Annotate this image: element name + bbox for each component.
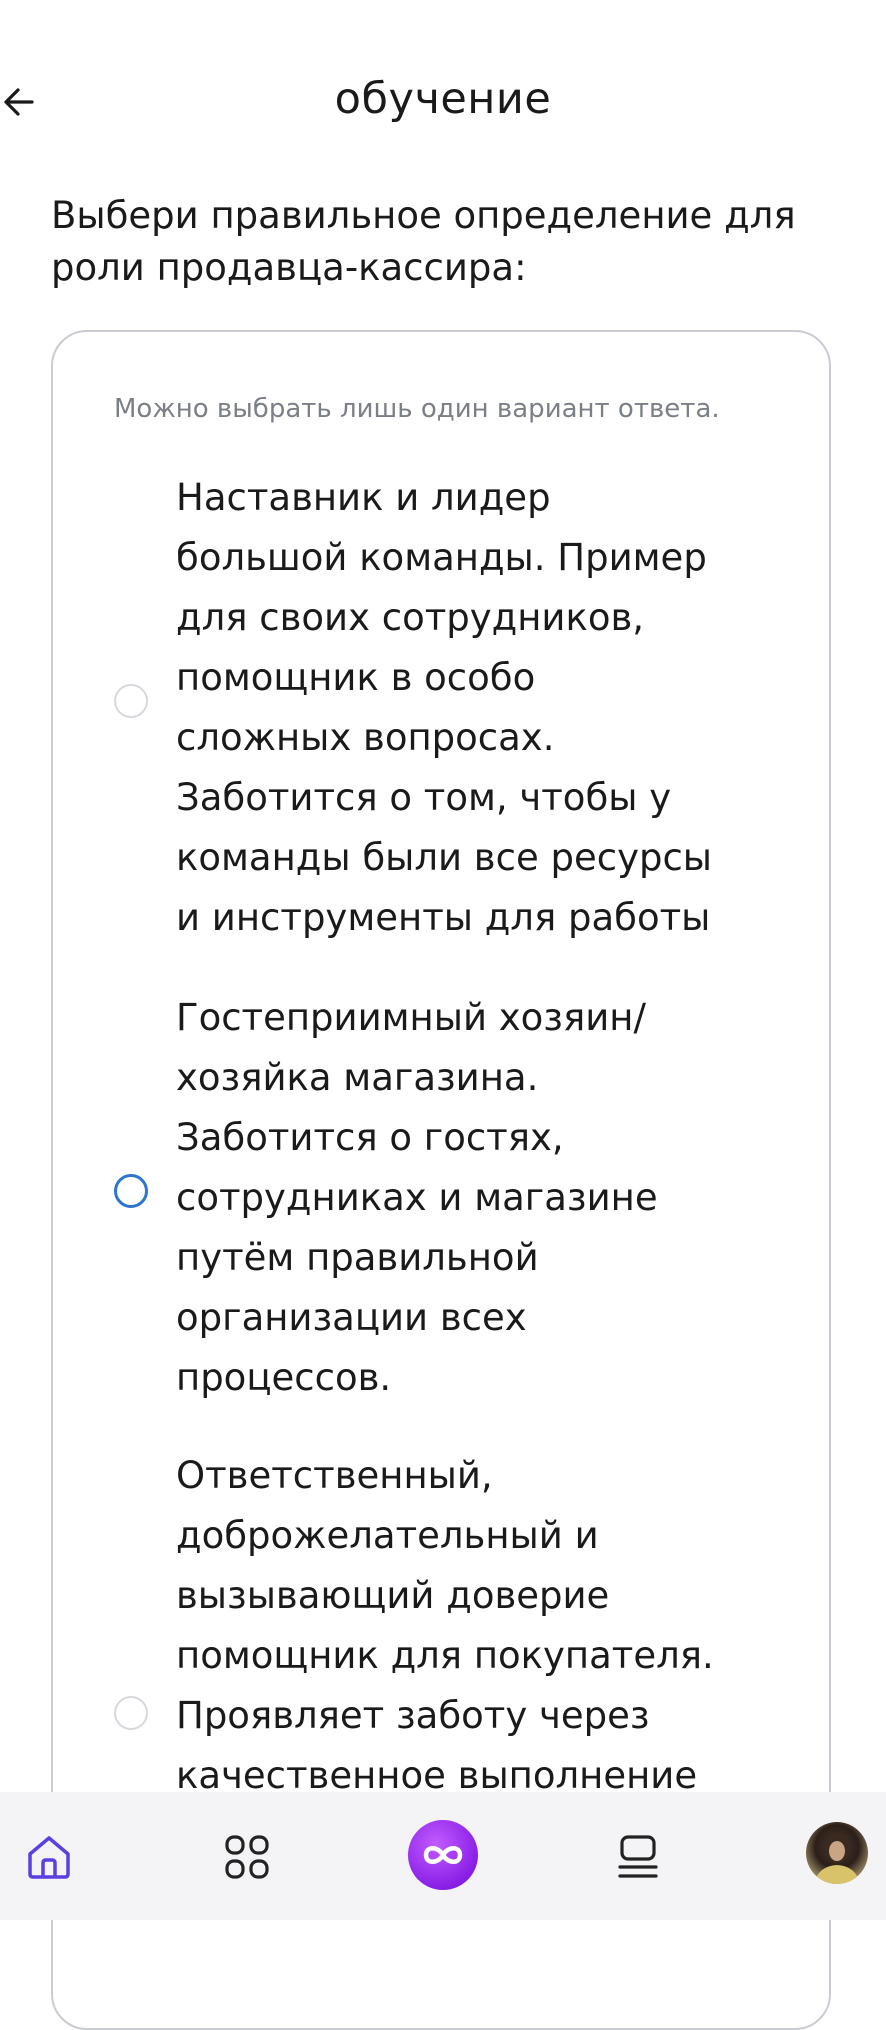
nav-home[interactable] xyxy=(14,1822,84,1892)
answer-option-1[interactable]: Наставник и лидер большой команды. Приме… xyxy=(110,468,810,948)
avatar-photo xyxy=(814,1833,860,1884)
answer-hint: Можно выбрать лишь один вариант ответа. xyxy=(114,394,720,424)
answer-option-2[interactable]: Гостеприимный хозяин/ хозяйка магазина. … xyxy=(110,988,810,1408)
home-icon xyxy=(28,1836,70,1879)
option-label: Гостеприимный хозяин/ хозяйка магазина. … xyxy=(176,996,658,1399)
nav-catalog[interactable] xyxy=(212,1822,282,1892)
nav-center-button[interactable] xyxy=(408,1820,478,1890)
option-label: Наставник и лидер большой команды. Приме… xyxy=(176,476,713,939)
answer-option-3[interactable]: Ответственный, доброжелательный и вызыва… xyxy=(110,1446,810,1806)
nav-courses[interactable] xyxy=(603,1822,673,1892)
radio-button[interactable] xyxy=(114,684,148,718)
question-text: Выбери правильное определение для роли п… xyxy=(51,194,796,289)
profile-avatar[interactable] xyxy=(806,1822,868,1884)
courses-icon xyxy=(618,1835,658,1878)
grid-icon xyxy=(225,1835,269,1879)
option-label: Ответственный, доброжелательный и вызыва… xyxy=(176,1454,714,1797)
radio-button[interactable] xyxy=(114,1174,148,1208)
header: обучение xyxy=(0,0,886,205)
infinity-icon xyxy=(423,1846,463,1864)
bottom-navigation xyxy=(0,1792,886,1920)
radio-button[interactable] xyxy=(114,1696,148,1730)
page-title: обучение xyxy=(334,74,552,124)
